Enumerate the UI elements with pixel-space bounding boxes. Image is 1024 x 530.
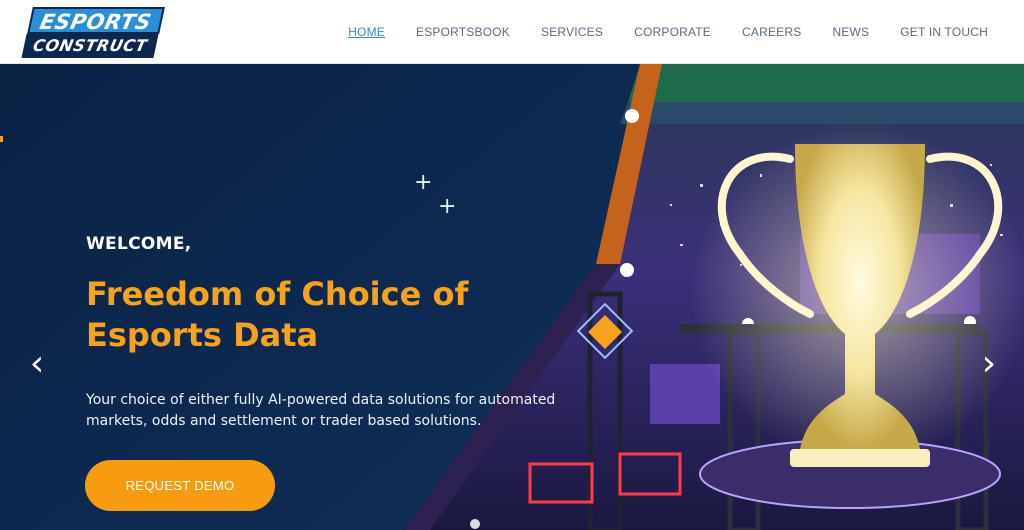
sparkle-icon: + [438,194,457,219]
hero-headline: Freedom of Choice of Esports Data [86,275,469,354]
site-header: ESPORTS CONSTRUCT HOME ESPORTSBOOK SERVI… [0,0,1024,64]
slider-pagination [470,519,480,529]
esports-construct-logo[interactable]: ESPORTS CONSTRUCT [21,7,165,59]
nav-careers[interactable]: CAREERS [742,25,801,39]
request-demo-button[interactable]: REQUEST DEMO [85,460,275,511]
chevron-left-icon[interactable]: ‹ [24,344,50,384]
nav-get-in-touch[interactable]: GET IN TOUCH [900,25,988,39]
main-nav: HOME ESPORTSBOOK SERVICES CORPORATE CARE… [348,0,988,64]
chevron-right-icon[interactable]: › [976,344,1002,384]
hero-subtext: Your choice of either fully AI-powered d… [86,392,556,429]
nav-esportsbook[interactable]: ESPORTSBOOK [416,25,510,39]
nav-home[interactable]: HOME [348,25,385,39]
sparkle-icon: + [414,170,433,195]
slide-edge-marker [0,136,3,142]
hero-welcome: WELCOME, [86,234,192,254]
nav-news[interactable]: NEWS [832,25,869,39]
hero-slider: + + WELCOME, Freedom of Choice of Esport… [0,64,1024,530]
logo-line-construct: CONSTRUCT [21,34,159,58]
slider-dot[interactable] [470,519,480,529]
nav-services[interactable]: SERVICES [541,25,603,39]
nav-corporate[interactable]: CORPORATE [634,25,711,39]
logo-line-esports: ESPORTS [27,7,165,34]
